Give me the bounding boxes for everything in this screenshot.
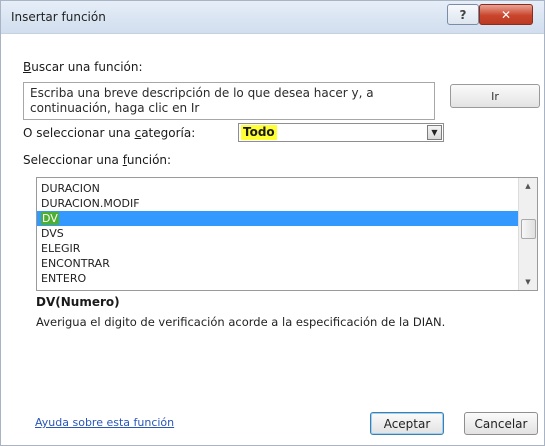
function-list[interactable]: DURACION DURACION.MODIF DV DVS ELEGIR EN… xyxy=(36,177,538,291)
function-item[interactable]: ENCONTRAR xyxy=(37,256,519,271)
scroll-thumb[interactable] xyxy=(521,219,536,239)
cancel-button[interactable]: Cancelar xyxy=(464,412,538,435)
function-item[interactable]: DURACION xyxy=(37,181,519,196)
go-button[interactable]: Ir xyxy=(450,84,540,108)
scroll-up-icon[interactable]: ▲ xyxy=(519,178,537,194)
category-select[interactable]: Todo ▼ xyxy=(238,123,444,142)
search-label: Buscar una función: xyxy=(23,60,143,74)
function-item[interactable]: DVS xyxy=(37,226,519,241)
chevron-down-icon[interactable]: ▼ xyxy=(427,125,442,140)
function-description: Averigua el digito de verificación acord… xyxy=(36,315,446,329)
function-item[interactable]: ENTERO xyxy=(37,271,519,286)
function-list-label: Seleccionar una función: xyxy=(23,153,172,167)
close-icon: ✕ xyxy=(500,7,512,22)
title-bar[interactable]: Insertar función ? ✕ xyxy=(1,1,544,34)
function-signature: DV(Numero) xyxy=(36,295,120,309)
category-label: O seleccionar una categoría: xyxy=(23,126,196,140)
scroll-down-icon[interactable]: ▼ xyxy=(519,274,537,290)
search-input[interactable]: Escriba una breve descripción de lo que … xyxy=(23,82,435,120)
function-item[interactable]: ELEGIR xyxy=(37,241,519,256)
function-help-link[interactable]: Ayuda sobre esta función xyxy=(35,416,174,429)
cancel-button-label: Cancelar xyxy=(474,416,528,431)
selected-function-label: DV xyxy=(41,212,59,225)
ok-button-label: Aceptar xyxy=(383,416,431,431)
category-value: Todo xyxy=(241,125,277,140)
function-item-selected[interactable]: DV xyxy=(37,211,519,226)
dialog-title: Insertar función xyxy=(11,10,106,24)
insert-function-dialog: Insertar función ? ✕ Buscar una función:… xyxy=(0,0,545,446)
ok-button[interactable]: Aceptar xyxy=(370,412,444,435)
function-list-scrollbar[interactable]: ▲ ▼ xyxy=(518,178,537,290)
close-button[interactable]: ✕ xyxy=(479,4,533,25)
question-icon: ? xyxy=(459,7,467,22)
function-item[interactable]: DURACION.MODIF xyxy=(37,196,519,211)
help-button[interactable]: ? xyxy=(447,4,479,25)
go-button-label: Ir xyxy=(491,89,499,103)
